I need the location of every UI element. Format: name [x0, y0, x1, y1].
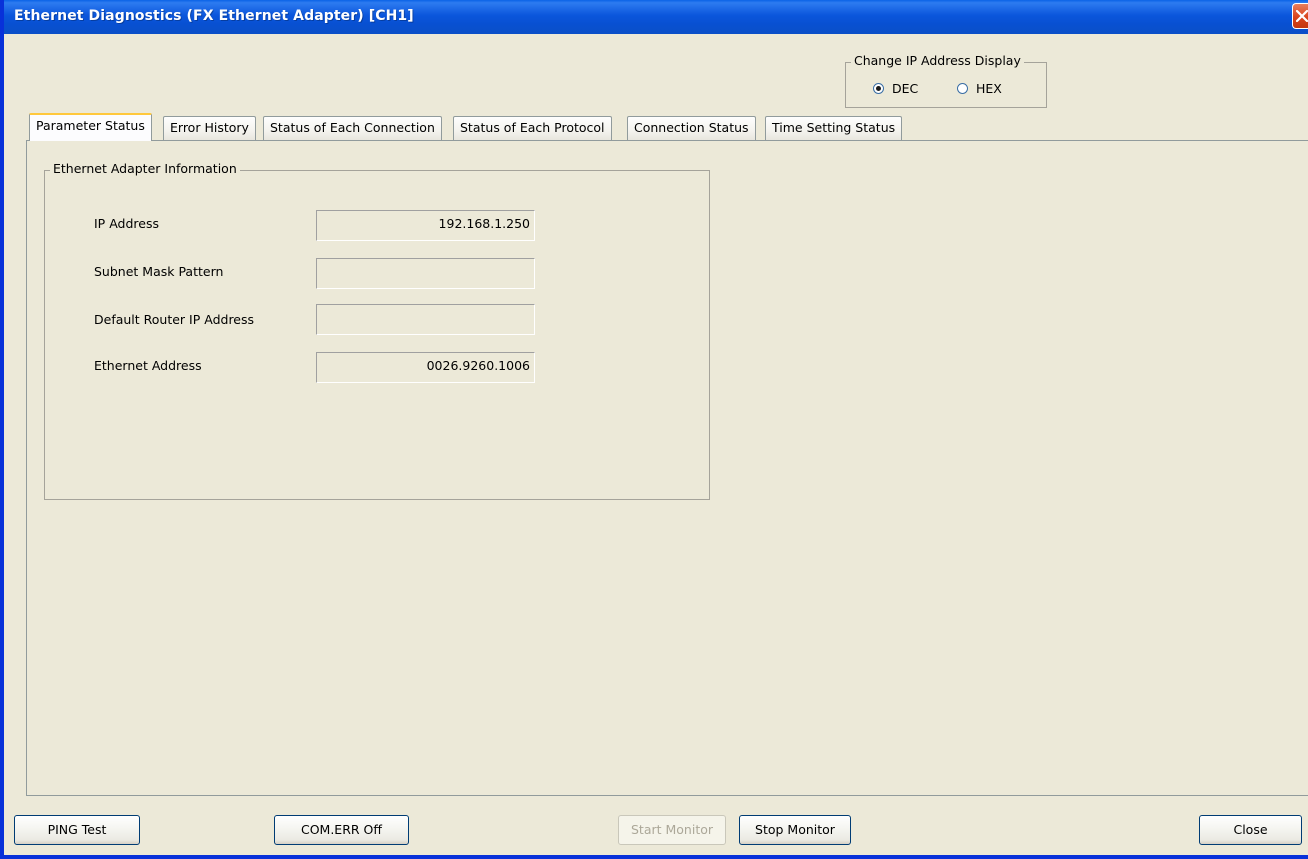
ethernet-diagnostics-window: Ethernet Diagnostics (FX Ethernet Adapte…: [0, 0, 1308, 859]
stop-monitor-button[interactable]: Stop Monitor: [739, 815, 851, 845]
radio-hex[interactable]: HEX: [957, 81, 1002, 96]
com-err-off-button[interactable]: COM.ERR Off: [274, 815, 409, 845]
ethernet-adapter-info-title: Ethernet Adapter Information: [50, 161, 240, 176]
tab-time-setting-status[interactable]: Time Setting Status: [765, 116, 903, 140]
dialog-client-area: Change IP Address Display DEC HEX Parame…: [8, 34, 1308, 855]
ip-address-field: 192.168.1.250: [316, 210, 535, 241]
radio-dec[interactable]: DEC: [873, 81, 918, 96]
title-bar[interactable]: Ethernet Diagnostics (FX Ethernet Adapte…: [4, 0, 1308, 34]
ethernet-address-field: 0026.9260.1006: [316, 352, 535, 383]
radio-dec-label: DEC: [892, 81, 919, 96]
radio-hex-indicator[interactable]: [957, 83, 968, 94]
window-title: Ethernet Diagnostics (FX Ethernet Adapte…: [14, 8, 414, 24]
close-button[interactable]: Close: [1199, 815, 1302, 845]
ethernet-address-label: Ethernet Address: [94, 358, 202, 373]
default-router-label: Default Router IP Address: [94, 312, 255, 327]
subnet-mask-label: Subnet Mask Pattern: [94, 264, 224, 279]
tab-status-of-each-connection[interactable]: Status of Each Connection: [263, 116, 442, 140]
tab-error-history[interactable]: Error History: [163, 116, 256, 140]
subnet-mask-field: [316, 258, 535, 289]
ping-test-button[interactable]: PING Test: [14, 815, 140, 845]
radio-hex-label: HEX: [976, 81, 1002, 96]
close-window-button[interactable]: [1292, 3, 1308, 29]
ip-address-label: IP Address: [94, 216, 159, 231]
close-icon: [1296, 10, 1308, 22]
tab-parameter-status[interactable]: Parameter Status: [29, 113, 152, 141]
tab-status-of-each-protocol[interactable]: Status of Each Protocol: [453, 116, 612, 140]
radio-dec-indicator[interactable]: [873, 83, 884, 94]
default-router-field: [316, 304, 535, 335]
start-monitor-button[interactable]: Start Monitor: [618, 815, 726, 845]
change-ip-display-title: Change IP Address Display: [851, 53, 1024, 68]
tab-connection-status[interactable]: Connection Status: [627, 116, 756, 140]
